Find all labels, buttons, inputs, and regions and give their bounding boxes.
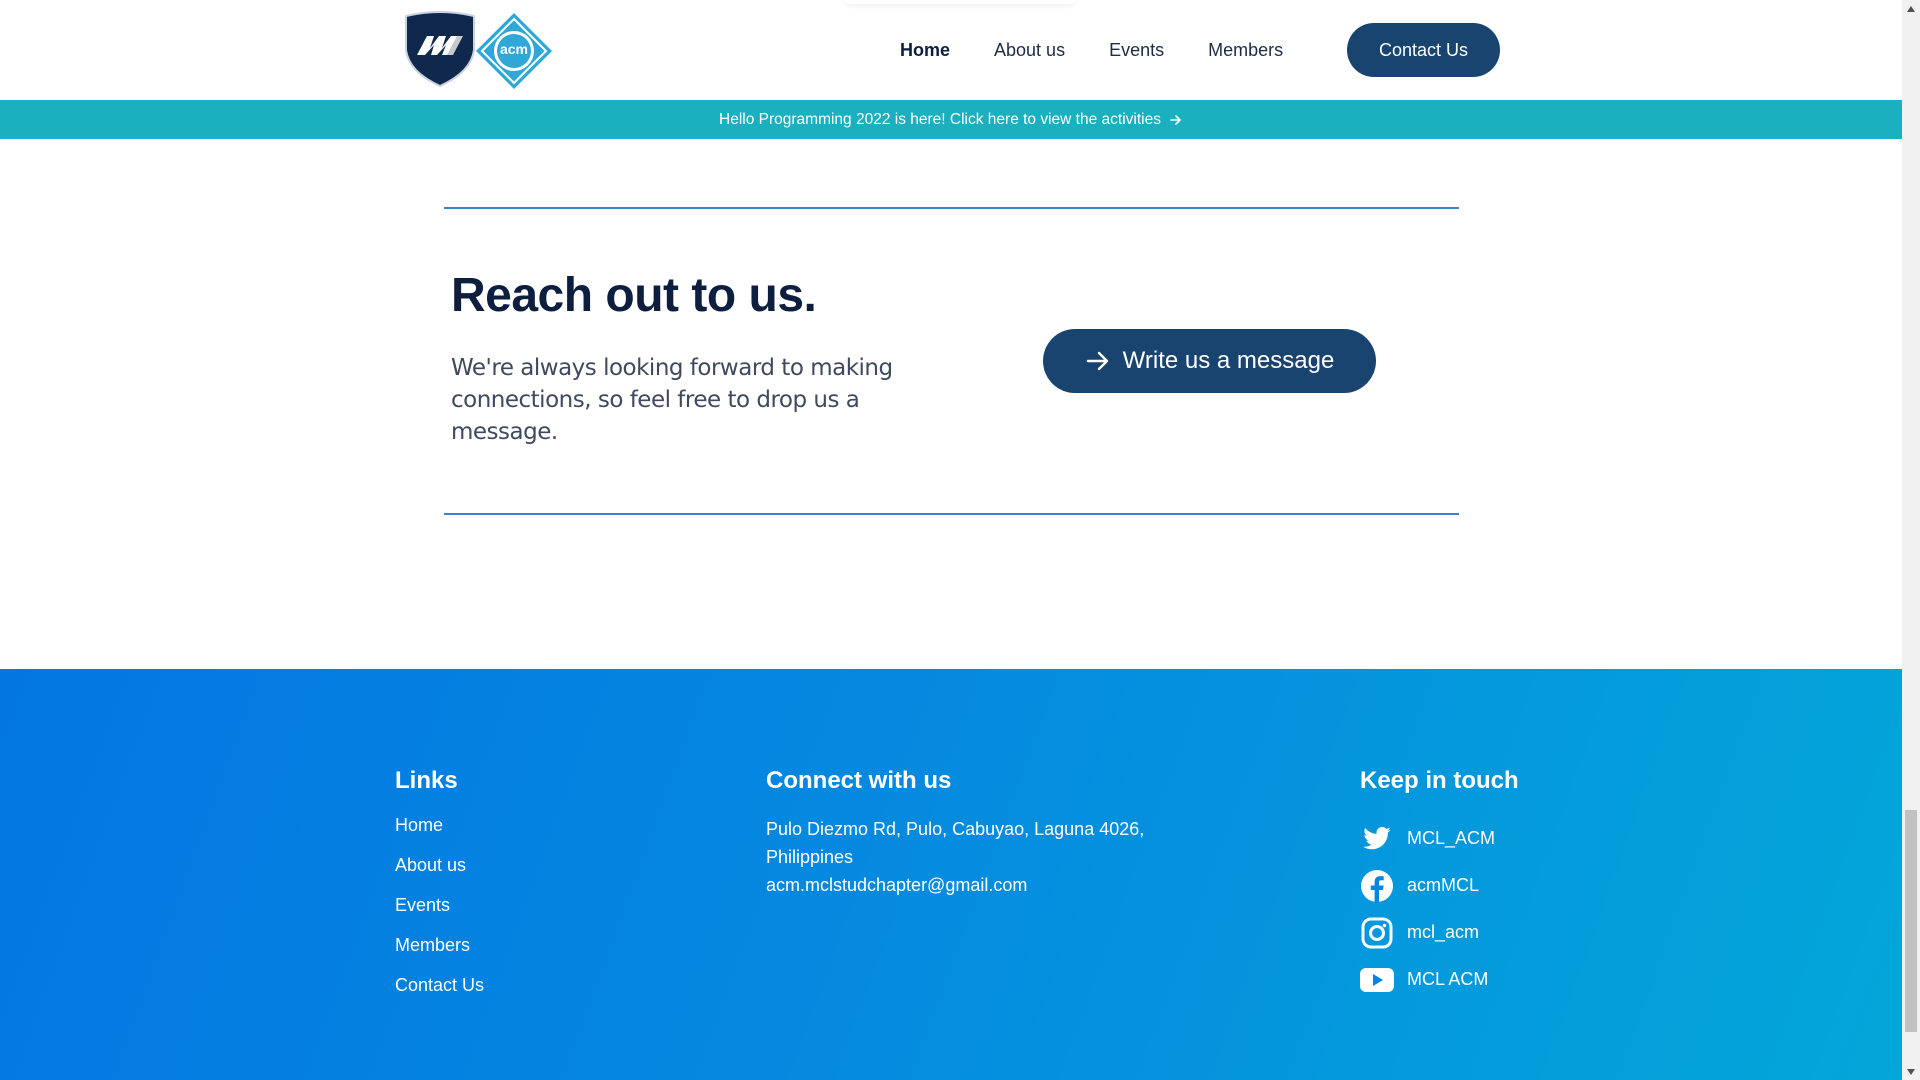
facebook-handle: acmMCL [1407,875,1480,895]
announcement-bar[interactable]: Hello Programming 2022 is here! Click he… [0,100,1902,139]
facebook-icon [1360,869,1394,903]
footer-link-events[interactable]: Events [395,895,484,935]
nav-events[interactable]: Events [1109,40,1164,61]
social-instagram[interactable]: mcl_acm [1360,909,1495,956]
social-links: MCL_ACM acmMCL mcl_acm MCL ACM [1360,815,1495,1003]
footer-link-contact-us[interactable]: Contact Us [395,975,484,1015]
social-facebook[interactable]: acmMCL [1360,862,1495,909]
social-twitter[interactable]: MCL_ACM [1360,815,1495,862]
scroll-down-arrow-icon[interactable] [1902,1063,1920,1080]
twitter-handle: MCL_ACM [1407,828,1496,848]
social-youtube[interactable]: MCL ACM [1360,956,1495,1003]
address-text: Pulo Diezmo Rd, Pulo, Cabuyao, Laguna 40… [766,819,1145,867]
footer-links: Home About us Events Members Contact Us [395,815,484,1015]
arrow-right-icon [1086,351,1108,371]
footer-connect-heading: Connect with us [766,767,952,794]
section-divider-top [444,207,1459,209]
arrow-right-icon [1170,114,1181,125]
twitter-icon [1360,822,1394,856]
scroll-up-arrow-icon[interactable] [1902,0,1920,17]
acm-chapter-logo: acm [476,13,552,89]
footer: Links Home About us Events Members Conta… [0,669,1902,1080]
vertical-scrollbar[interactable] [1902,0,1920,1080]
instagram-handle: mcl_acm [1407,922,1480,942]
mcl-shield-logo [405,11,475,88]
acm-logo-text: acm [500,41,528,57]
section-divider-bottom [444,513,1459,515]
email-text[interactable]: acm.mclstudchapter@gmail.com [766,871,1166,899]
main-nav: Home About us Events Members [900,0,1327,100]
footer-links-heading: Links [395,767,458,794]
footer-link-members[interactable]: Members [395,935,484,975]
footer-link-home[interactable]: Home [395,815,484,855]
instagram-icon [1360,916,1394,950]
footer-keep-heading: Keep in touch [1360,767,1519,794]
navbar: acm Home About us Events Members Contact… [0,0,1902,100]
youtube-channel: MCL ACM [1407,969,1489,989]
write-message-button[interactable]: Write us a message [1043,329,1376,393]
contact-info: Pulo Diezmo Rd, Pulo, Cabuyao, Laguna 40… [766,815,1166,899]
scrollbar-thumb[interactable] [1905,810,1917,1032]
site-logo[interactable]: acm [403,10,558,90]
nav-members[interactable]: Members [1208,40,1283,61]
footer-link-about-us[interactable]: About us [395,855,484,895]
nav-about-us[interactable]: About us [994,40,1065,61]
reach-out-text: We're always looking forward to making c… [451,355,893,445]
nav-home[interactable]: Home [900,40,950,61]
youtube-icon [1360,963,1394,997]
announcement-text: Hello Programming 2022 is here! Click he… [719,110,1161,128]
write-message-label: Write us a message [1122,347,1335,374]
reach-out-title: Reach out to us. [451,269,817,322]
page: acm Home About us Events Members Contact… [0,0,1902,1080]
contact-us-button[interactable]: Contact Us [1347,23,1500,77]
